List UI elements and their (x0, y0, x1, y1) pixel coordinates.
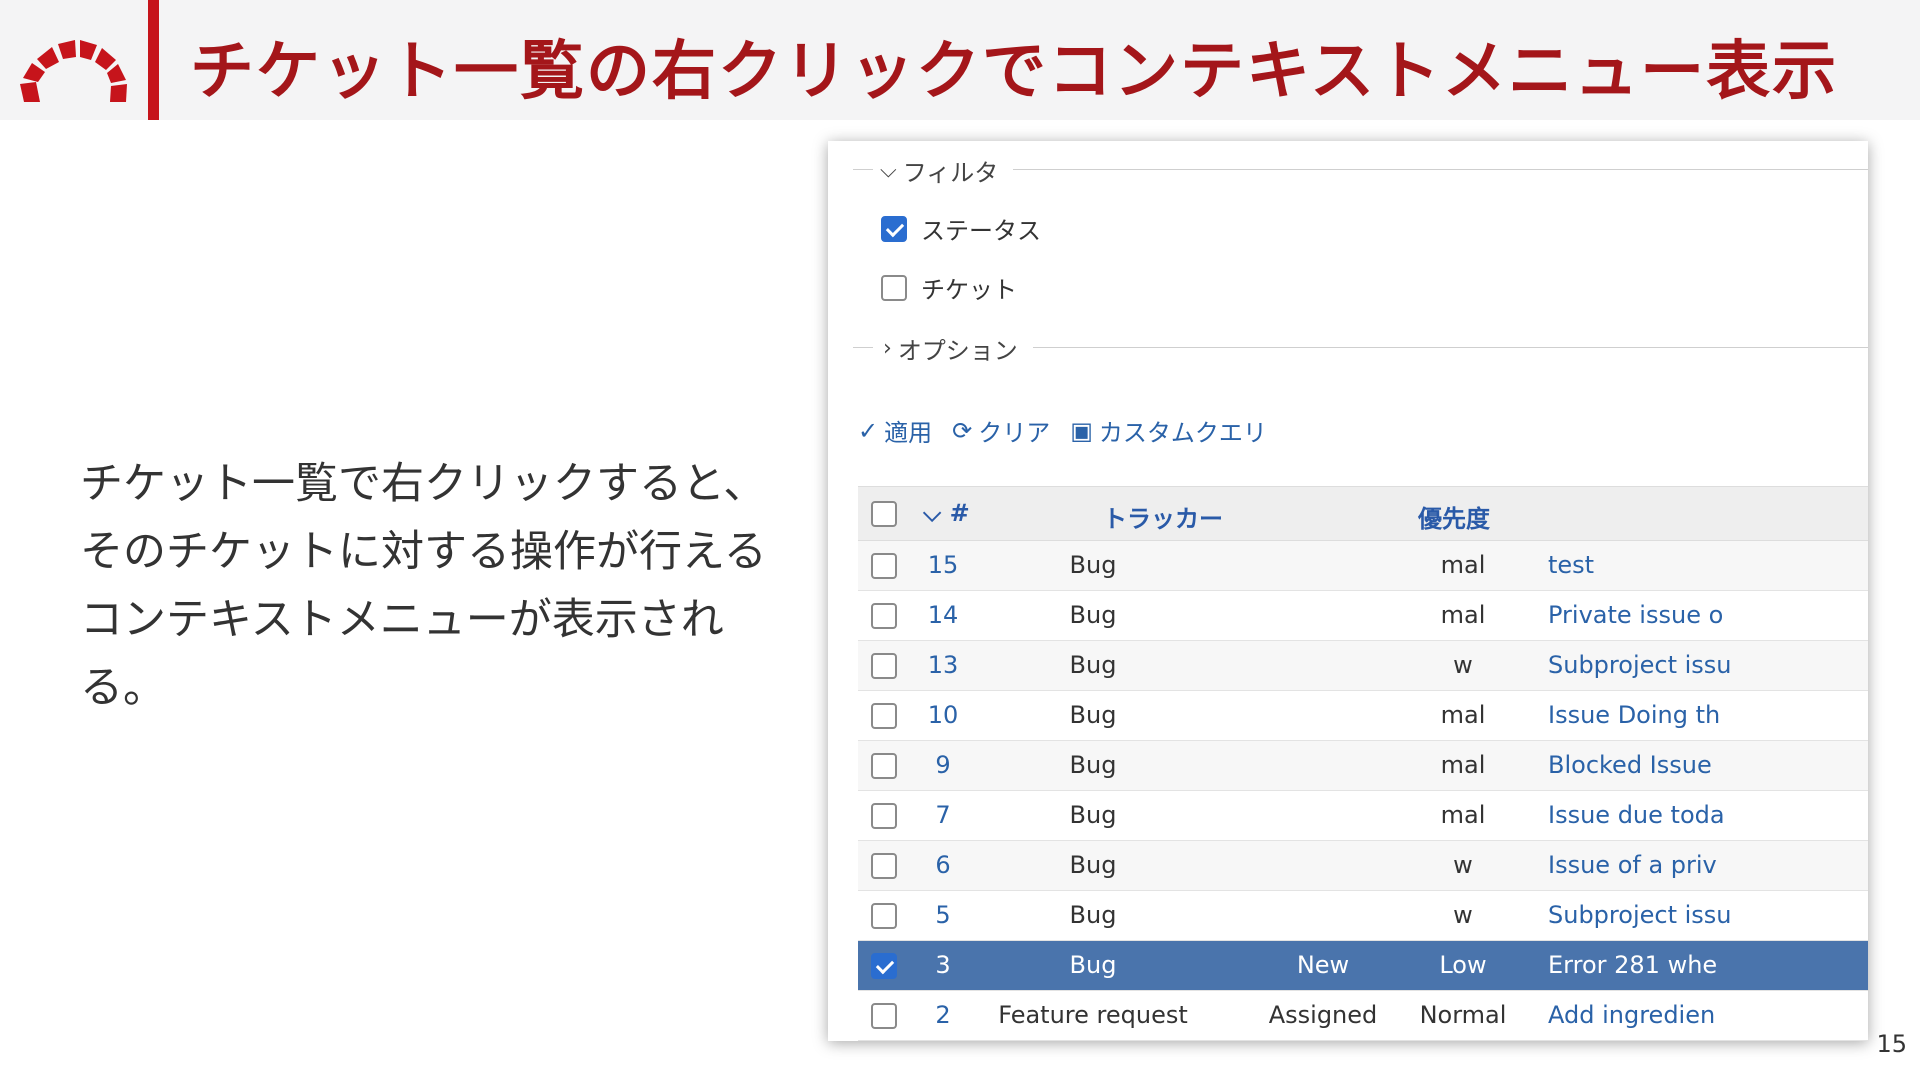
tracker-cell: Bug (1069, 701, 1117, 729)
priority-cell: w (1453, 651, 1473, 679)
sort-chevron-icon: ⌵ (923, 499, 950, 527)
page-number: 15 (1876, 1030, 1907, 1058)
table-header: ⌵ # トラッカー 優先度 (858, 486, 1868, 541)
description-line: そのチケットに対する操作が行える (80, 527, 767, 577)
table-row[interactable]: 9 Bug mal Blocked Issue (858, 741, 1868, 791)
subject-link[interactable]: Issue due toda (1548, 801, 1725, 829)
issue-table: ⌵ # トラッカー 優先度 15 Bug mal test 14 Bug mal Privat… (858, 486, 1868, 1041)
filter-issue-label: チケット (921, 276, 1017, 304)
subject-link[interactable]: Blocked Issue (1548, 751, 1712, 779)
priority-cell: w (1453, 901, 1473, 929)
slide-title: チケット一覧の右クリックでコンテキストメニュー表示 (190, 35, 1839, 109)
subject-link[interactable]: Subproject issu (1548, 901, 1732, 929)
select-all-checkbox[interactable] (871, 501, 897, 527)
priority-cell: mal (1440, 551, 1486, 579)
chevron-down-icon: ⌵ (880, 158, 897, 183)
apply-label: 適用 (884, 419, 933, 447)
query-toolbar: ✓ 適用 ⟳ クリア ▣ カスタムクエリ (858, 413, 1267, 448)
tracker-cell: Bug (1069, 801, 1117, 829)
column-priority-header[interactable]: 優先度 (1418, 499, 1490, 534)
clear-label: クリア (978, 419, 1051, 447)
tracker-cell: Bug (1069, 551, 1117, 579)
fieldset-border (853, 347, 873, 348)
redmine-logo-icon (20, 40, 127, 102)
save-query-button[interactable]: ▣ カスタムクエリ (1070, 413, 1267, 448)
slide-header: チケット一覧の右クリックでコンテキストメニュー表示 (0, 0, 1920, 120)
table-row[interactable]: 10 Bug mal Issue Doing th (858, 691, 1868, 741)
table-row[interactable]: 3 Bug New Low Error 281 whe (858, 941, 1868, 991)
status-cell: Assigned (1268, 1001, 1378, 1029)
status-cell: New (1296, 951, 1350, 979)
apply-button[interactable]: ✓ 適用 (858, 413, 932, 448)
priority-cell: mal (1440, 801, 1486, 829)
issue-list-screenshot: ⌵ フィルタ ステータス チケット › オプション ✓ 適用 ⟳ クリア ▣ カ… (828, 141, 1868, 1041)
tracker-cell: Bug (1069, 651, 1117, 679)
table-row[interactable]: 6 Bug w Issue of a priv (858, 841, 1868, 891)
table-row[interactable]: 7 Bug mal Issue due toda (858, 791, 1868, 841)
filter-status-checkbox[interactable] (881, 216, 907, 242)
filter-issue-checkbox[interactable] (881, 275, 907, 301)
chevron-right-icon: › (883, 336, 892, 361)
table-row[interactable]: 14 Bug mal Private issue o (858, 591, 1868, 641)
priority-cell: Low (1439, 951, 1487, 979)
description-line: コンテキストメニューが表示され (80, 595, 724, 645)
options-legend-label: オプション (897, 337, 1018, 365)
subject-link[interactable]: Issue Doing th (1548, 701, 1720, 729)
check-icon: ✓ (858, 416, 879, 445)
priority-cell: mal (1440, 751, 1486, 779)
options-legend[interactable]: › オプション (883, 331, 1018, 366)
priority-cell: mal (1440, 601, 1486, 629)
tracker-cell: Bug (1069, 851, 1117, 879)
subject-link[interactable]: test (1548, 551, 1594, 579)
subject-link[interactable]: Private issue o (1548, 601, 1723, 629)
description-line: る。 (80, 663, 166, 713)
tracker-cell: Bug (1069, 751, 1117, 779)
column-id-header[interactable]: ⌵ # (923, 499, 970, 527)
save-query-label: カスタムクエリ (1098, 419, 1267, 447)
subject-link[interactable]: Subproject issu (1548, 651, 1732, 679)
column-id-label: # (949, 499, 970, 527)
subject-link[interactable]: Issue of a priv (1548, 851, 1717, 879)
table-row[interactable]: 2 Feature request Assigned Normal Add ingred… (858, 991, 1868, 1041)
filter-status-label: ステータス (921, 217, 1041, 245)
subject-link[interactable]: Error 281 whe (1548, 951, 1717, 979)
fieldset-border (1033, 347, 1868, 348)
table-body: 15 Bug mal test 14 Bug mal Private issue o 13 Bug… (858, 541, 1868, 1041)
subject-link[interactable]: Add ingredien (1548, 1001, 1715, 1029)
clear-button[interactable]: ⟳ クリア (952, 413, 1050, 448)
priority-cell: mal (1440, 701, 1486, 729)
table-row[interactable]: 15 Bug mal test (858, 541, 1868, 591)
slide-description: チケット一覧で右クリックすると、 そのチケットに対する操作が行える コンテキスト… (80, 450, 800, 722)
fieldset-border (853, 169, 873, 170)
filter-legend[interactable]: ⌵ フィルタ (880, 153, 998, 188)
tracker-cell: Bug (1069, 601, 1117, 629)
fieldset-border (1013, 169, 1868, 170)
priority-cell: Normal (1419, 1001, 1507, 1029)
table-row[interactable]: 5 Bug w Subproject issu (858, 891, 1868, 941)
tracker-cell: Bug (1069, 901, 1117, 929)
reload-icon: ⟳ (952, 416, 973, 445)
description-line: チケット一覧で右クリックすると、 (80, 459, 767, 509)
priority-cell: w (1453, 851, 1473, 879)
header-accent-bar (148, 0, 159, 120)
save-icon: ▣ (1070, 416, 1093, 445)
table-row[interactable]: 13 Bug w Subproject issu (858, 641, 1868, 691)
filter-legend-label: フィルタ (902, 159, 999, 187)
column-tracker-header[interactable]: トラッカー (1103, 499, 1223, 534)
